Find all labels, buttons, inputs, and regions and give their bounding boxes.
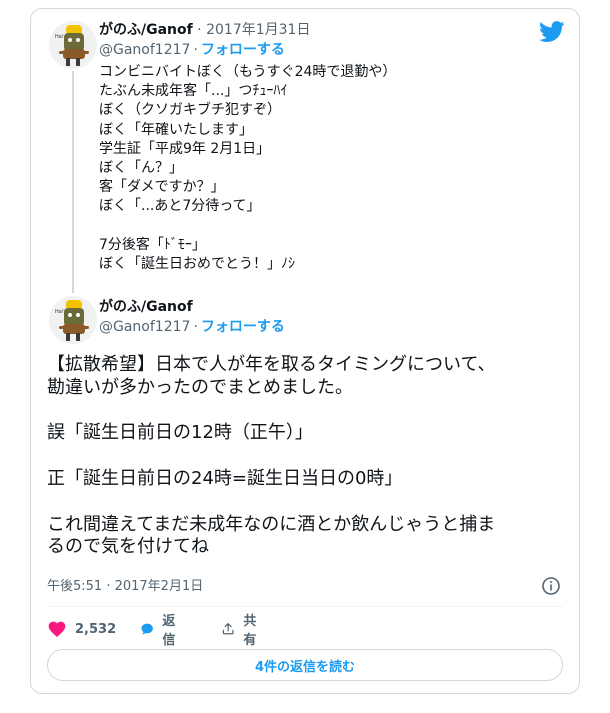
reply-bubble-icon [141,623,153,635]
share-icon [222,623,234,635]
avatar-illustration: Ha! [55,300,89,341]
avatar[interactable]: Ha! [49,21,97,69]
main-tweet-text: 【拡散希望】日本で人が年を取るタイミングについて、 勘違いが多かったのでまとめま… [47,354,496,558]
heart-icon [48,621,66,637]
like-count: 2,532 [75,621,117,637]
avatar-illustration: Ha! [55,25,89,66]
divider [47,606,563,607]
quoted-handle-row: @Ganof1217 · フォローする [99,42,285,58]
follow-button[interactable]: フォローする [201,319,285,335]
main-display-name[interactable]: がのふ/Ganof [99,298,193,316]
quoted-tweet-text: コンビニバイトぼく（もうすぐ24時で退勤や） たぶん未成年客「...」つﾁｭｰﾊ… [99,64,397,273]
svg-text:Ha!: Ha! [55,309,64,315]
twitter-bird-icon[interactable] [539,21,565,43]
thread-line [72,71,74,293]
reply-label: 返信 [162,614,176,648]
reply-button[interactable]: 返信 [140,614,181,648]
quoted-display-name[interactable]: がのふ/Ganof · 2017年1月31日 [99,21,310,39]
main-handle[interactable]: @Ganof1217 [99,319,190,335]
follow-button[interactable]: フォローする [201,42,285,58]
read-replies-button[interactable]: 4件の返信を読む [47,649,563,681]
like-button[interactable]: 2,532 [47,617,116,641]
share-button[interactable]: 共有 [221,614,262,648]
quoted-date[interactable]: 2017年1月31日 [206,22,310,38]
tweet-timestamp[interactable]: 午後5:51 · 2017年2月1日 [47,575,203,594]
avatar[interactable]: Ha! [49,296,97,344]
info-icon[interactable] [541,576,561,596]
svg-text:Ha!: Ha! [55,34,64,40]
embedded-tweet-card: Ha! がのふ/Ganof · 2017年1月31日 @Ganof1217 · フォ… [30,8,580,694]
main-handle-row: @Ganof1217 · フォローする [99,319,285,335]
quoted-handle[interactable]: @Ganof1217 [99,42,190,58]
share-label: 共有 [243,614,257,648]
